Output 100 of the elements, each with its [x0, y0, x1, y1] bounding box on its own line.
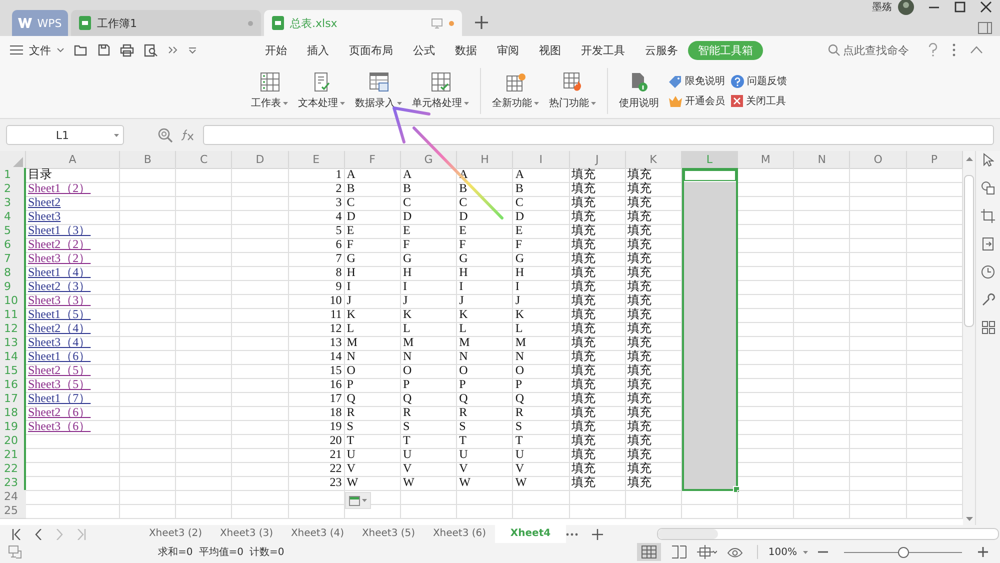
scroll-thumb[interactable] — [658, 529, 718, 539]
ribbon-small-button[interactable]: 限免说明 — [669, 74, 725, 88]
help-icon[interactable] — [928, 43, 938, 57]
wrench-icon[interactable] — [981, 293, 995, 307]
ribbon-tab[interactable]: 页面布局 — [339, 40, 403, 60]
fill-handle[interactable] — [733, 486, 740, 493]
page-layout-icon[interactable] — [697, 545, 718, 559]
zoom-level[interactable]: 100% — [768, 546, 797, 558]
more-icon[interactable] — [168, 46, 178, 54]
row-header[interactable]: 11 — [0, 308, 26, 323]
row-header[interactable]: 5 — [0, 224, 26, 239]
ribbon-tab[interactable]: 智能工具箱 — [688, 40, 763, 60]
sheet-tab[interactable]: Xheet3 (3) — [211, 525, 282, 543]
formula-input[interactable] — [203, 125, 994, 145]
new-tab-icon[interactable] — [475, 16, 488, 29]
sheet-link[interactable]: Sheet3（3） — [28, 293, 91, 307]
sheet-tab[interactable]: Xheet3 (2) — [140, 525, 211, 543]
ribbon-button[interactable]: 使用说明 — [615, 70, 663, 112]
display-icon[interactable] — [8, 545, 22, 559]
row-header[interactable]: 14 — [0, 350, 26, 365]
eye-icon[interactable] — [727, 546, 744, 558]
ribbon-small-button[interactable]: 关闭工具 — [731, 94, 787, 108]
column-header[interactable]: E — [288, 151, 345, 169]
cursor-icon[interactable] — [982, 153, 994, 167]
history-icon[interactable] — [981, 265, 995, 279]
row-header[interactable]: 23 — [0, 476, 26, 491]
row-header[interactable]: 21 — [0, 448, 26, 463]
row-header[interactable]: 13 — [0, 336, 26, 351]
row-header[interactable]: 12 — [0, 322, 26, 337]
row-header[interactable]: 1 — [0, 168, 26, 183]
ribbon-tab[interactable]: 公式 — [403, 40, 445, 60]
ribbon-button[interactable]: 工作表 — [247, 70, 292, 112]
ribbon-button[interactable]: 热门功能 — [545, 70, 600, 112]
ribbon-button[interactable]: 文本处理 — [294, 70, 349, 112]
print-icon[interactable] — [120, 44, 134, 56]
row-header[interactable]: 24 — [0, 490, 26, 505]
close-icon[interactable] — [980, 1, 992, 13]
page-break-view-icon[interactable] — [671, 545, 688, 559]
sheet-link[interactable]: Sheet1（3） — [28, 223, 91, 237]
column-header[interactable]: B — [120, 151, 176, 169]
zoom-in-icon[interactable] — [978, 547, 988, 557]
save-icon[interactable] — [98, 44, 110, 56]
ribbon-tab[interactable]: 审阅 — [487, 40, 529, 60]
ribbon-button[interactable]: 数据录入 — [351, 70, 406, 112]
shapes-icon[interactable] — [981, 181, 995, 195]
column-header[interactable]: D — [232, 151, 289, 169]
column-header[interactable]: F — [344, 151, 401, 169]
sheet-link[interactable]: Sheet3（5） — [28, 377, 91, 391]
row-header[interactable]: 15 — [0, 364, 26, 379]
row-header[interactable]: 7 — [0, 252, 26, 267]
row-header[interactable]: 8 — [0, 266, 26, 281]
row-header[interactable]: 6 — [0, 238, 26, 253]
zoom-icon[interactable] — [158, 128, 173, 142]
folder-icon[interactable] — [74, 44, 88, 56]
customize-icon[interactable] — [188, 46, 197, 54]
maximize-icon[interactable] — [954, 1, 966, 13]
crop-icon[interactable] — [981, 209, 995, 223]
ribbon-tab[interactable]: 云服务 — [635, 40, 688, 60]
sheet-link[interactable]: Sheet3（2） — [28, 251, 91, 265]
sheet-link[interactable]: Sheet3（4） — [28, 335, 91, 349]
sheet-link[interactable]: Sheet2（6） — [28, 405, 91, 419]
ribbon-tab[interactable]: 插入 — [297, 40, 339, 60]
side-panel-icon[interactable] — [978, 22, 992, 34]
paste-options-button[interactable] — [344, 492, 371, 509]
column-header[interactable]: J — [570, 151, 626, 169]
sheet-tab[interactable]: Xheet3 (6) — [424, 525, 495, 543]
vertical-scrollbar[interactable] — [963, 151, 976, 525]
slider-thumb[interactable] — [898, 546, 909, 558]
first-sheet-icon[interactable] — [12, 528, 21, 540]
column-header[interactable]: G — [400, 151, 458, 169]
ribbon-button[interactable]: 全新功能 — [488, 70, 543, 112]
ribbon-small-button[interactable]: 开通会员 — [669, 94, 725, 108]
row-header[interactable]: 10 — [0, 294, 26, 309]
row-header[interactable]: 20 — [0, 434, 26, 449]
menu-icon[interactable] — [10, 45, 23, 55]
ribbon-small-button[interactable]: 问题反馈 — [731, 74, 787, 88]
name-box[interactable]: L1 — [6, 125, 124, 145]
scroll-thumb[interactable] — [964, 175, 974, 327]
scroll-up-icon[interactable] — [966, 157, 973, 161]
column-header[interactable]: M — [738, 151, 794, 169]
normal-view-icon[interactable] — [637, 543, 662, 561]
sheet-link[interactable]: Sheet2 — [28, 195, 61, 209]
sheet-link[interactable]: Sheet1（6） — [28, 349, 91, 363]
row-header[interactable]: 19 — [0, 420, 26, 435]
scroll-down-icon[interactable] — [966, 517, 973, 521]
sheet-tab[interactable]: Xheet3 (4) — [282, 525, 353, 543]
ribbon-tab[interactable]: 开始 — [255, 40, 297, 60]
column-header[interactable]: A — [26, 151, 120, 169]
column-header[interactable]: I — [513, 151, 570, 169]
column-header[interactable]: N — [794, 151, 850, 169]
more-options-icon[interactable] — [952, 43, 956, 57]
sheet-link[interactable]: Sheet1（4） — [28, 265, 91, 279]
row-header[interactable]: 3 — [0, 196, 26, 211]
sheet-tab[interactable]: Xheet3 (5) — [353, 525, 424, 543]
file-menu[interactable]: 文件 — [29, 42, 51, 58]
ribbon-tab[interactable]: 数据 — [445, 40, 487, 60]
collapse-icon[interactable] — [970, 46, 983, 54]
apps-icon[interactable] — [982, 321, 994, 334]
sheet-link[interactable]: Sheet1（2） — [28, 181, 91, 195]
sheet-tab[interactable]: Xheet4 — [495, 525, 566, 543]
